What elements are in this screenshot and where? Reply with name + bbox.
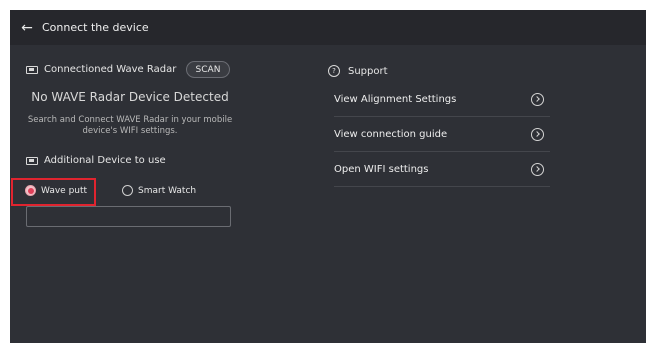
device-icon xyxy=(26,156,38,165)
support-header: ? Support xyxy=(328,65,388,77)
arrow-left-icon[interactable]: ← xyxy=(16,21,38,35)
support-item-label: View Alignment Settings xyxy=(334,93,457,105)
support-title: Support xyxy=(348,65,388,77)
no-device-status: No WAVE Radar Device Detected xyxy=(31,90,229,104)
radar-section-header: Connectioned Wave Radar xyxy=(26,64,176,75)
support-item-wifi-settings[interactable]: Open WIFI settings xyxy=(334,152,550,187)
radio-label-wave-putt: Wave putt xyxy=(41,185,88,196)
page-title: Connect the device xyxy=(42,21,149,34)
radio-checked-icon[interactable] xyxy=(25,185,36,196)
support-item-alignment-settings[interactable]: View Alignment Settings xyxy=(334,82,550,117)
additional-section-header: Additional Device to use xyxy=(26,155,166,166)
support-item-label: View connection guide xyxy=(334,128,448,140)
connection-hint: Search and Connect WAVE Radar in your mo… xyxy=(10,115,250,137)
device-name-input[interactable] xyxy=(26,206,231,227)
hint-line-1: Search and Connect WAVE Radar in your mo… xyxy=(27,115,233,125)
app-window: ← Connect the device Connectioned Wave R… xyxy=(10,10,646,343)
radio-unchecked-icon[interactable] xyxy=(122,185,133,196)
radar-section-title: Connectioned Wave Radar xyxy=(44,64,177,75)
additional-section-title: Additional Device to use xyxy=(44,155,166,166)
chevron-right-circle-icon[interactable] xyxy=(531,127,544,141)
chevron-right-circle-icon[interactable] xyxy=(531,162,544,176)
top-bar: ← Connect the device xyxy=(10,10,646,45)
radio-label-smart-watch: Smart Watch xyxy=(138,185,197,196)
support-item-connection-guide[interactable]: View connection guide xyxy=(334,117,550,152)
hint-line-2: device's WIFI settings. xyxy=(82,126,178,136)
help-circle-icon: ? xyxy=(328,65,340,77)
chevron-right-circle-icon[interactable] xyxy=(531,92,544,106)
scan-button[interactable]: SCAN xyxy=(186,61,230,78)
radio-smart-watch[interactable]: Smart Watch xyxy=(122,185,196,196)
support-item-label: Open WIFI settings xyxy=(334,163,429,175)
support-list: View Alignment Settings View connection … xyxy=(334,82,550,187)
radio-wave-putt[interactable]: Wave putt xyxy=(25,185,87,196)
device-icon xyxy=(26,65,38,74)
